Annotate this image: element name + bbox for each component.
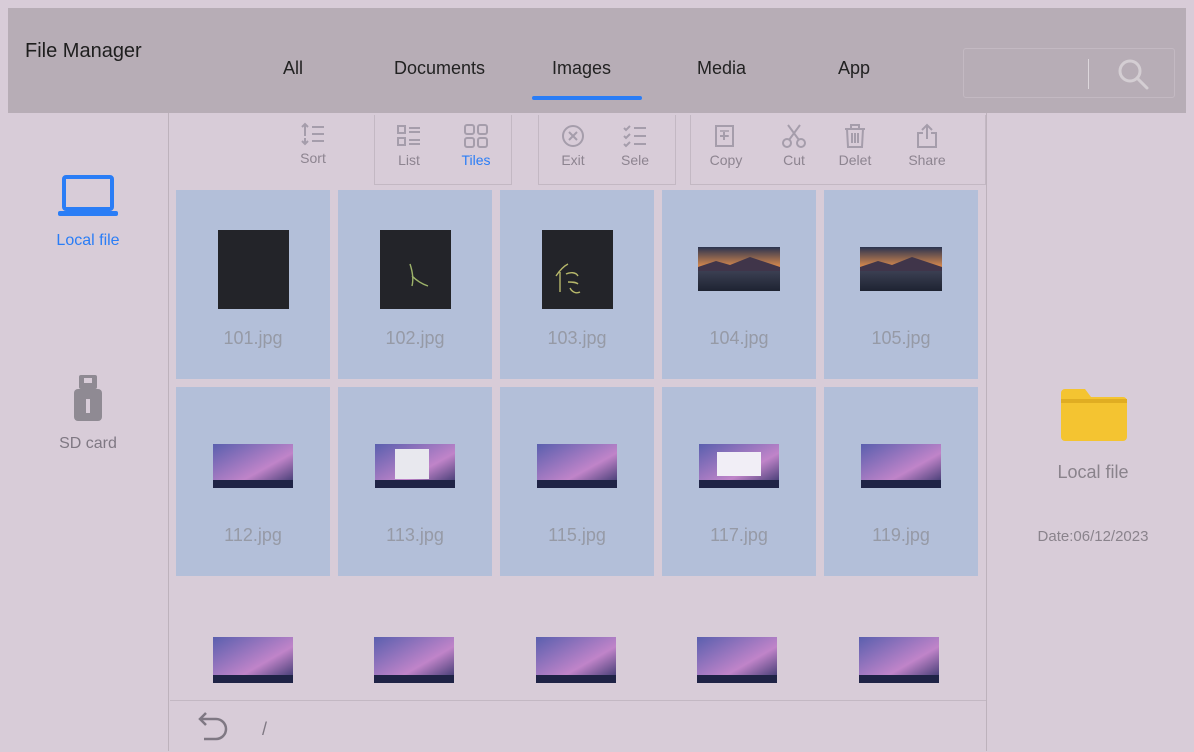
tab-app[interactable]: App [838,58,870,79]
file-name: 117.jpg [710,525,768,545]
details-divider [986,113,987,751]
scissors-icon [769,123,819,149]
image-thumbnail [699,444,779,488]
search-divider [1088,59,1089,89]
file-name: 102.jpg [385,328,445,348]
sidebar-item-label: SD card [59,435,117,452]
cut-button[interactable]: Cut [769,123,819,168]
tab-all[interactable]: All [283,58,303,79]
file-name: 104.jpg [709,328,769,348]
selection-group: Exit Sele [538,115,676,185]
trash-icon [833,123,877,149]
copy-icon [701,123,751,149]
storage-sidebar: Local file SD card [8,113,168,751]
folder-icon [1061,387,1127,446]
delete-label: Delet [838,152,872,168]
select-all-icon [615,123,655,149]
share-label: Share [908,152,946,168]
details-date: Date:06/12/2023 [1037,528,1149,545]
sd-card-icon [73,375,103,426]
file-tile[interactable]: 115.jpg [500,387,654,576]
file-tile[interactable]: 117.jpg [662,387,816,576]
image-thumbnail[interactable] [697,637,777,687]
category-tabs: All Documents Images Media App [0,58,1000,98]
sort-label: Sort [300,150,326,166]
tab-images[interactable]: Images [552,58,611,79]
file-name: 119.jpg [872,525,930,545]
image-thumbnail [861,444,941,488]
image-thumbnail [375,444,455,488]
select-button[interactable]: Sele [615,123,655,168]
file-tile[interactable]: 104.jpg [662,190,816,379]
file-tile[interactable]: 112.jpg [176,387,330,576]
select-label: Sele [620,152,650,168]
exit-icon [548,123,598,149]
list-view-icon [384,123,434,149]
copy-button[interactable]: Copy [701,123,751,168]
tiles-view-button[interactable]: Tiles [451,123,501,168]
list-view-button[interactable]: List [384,123,434,168]
delete-button[interactable]: Delet [833,123,877,168]
laptop-icon [55,175,121,223]
list-label: List [398,152,420,168]
image-thumbnail [380,230,451,309]
view-mode-group: List Tiles [374,115,512,185]
file-tile[interactable]: 113.jpg [338,387,492,576]
copy-label: Copy [709,152,743,168]
image-thumbnail[interactable] [374,637,454,687]
image-thumbnail [218,230,289,309]
sidebar-divider [168,113,169,751]
image-thumbnail [537,444,617,488]
sidebar-item-sd-card[interactable]: SD card [8,374,168,453]
file-name: 115.jpg [548,525,606,545]
image-thumbnail[interactable] [859,637,939,687]
file-tile[interactable]: 119.jpg [824,387,978,576]
tab-media[interactable]: Media [697,58,746,79]
share-button[interactable]: Share [905,123,949,168]
sidebar-item-label: Local file [56,232,120,249]
tiles-view-icon [451,123,501,149]
image-thumbnail [860,247,942,291]
exit-label: Exit [561,152,585,168]
tiles-label: Tiles [461,152,491,168]
path-bar: / [170,700,986,752]
details-panel: Local file Date:06/12/2023 [988,113,1186,751]
file-tile[interactable]: 101.jpg [176,190,330,379]
cut-label: Cut [783,152,805,168]
active-tab-indicator [532,96,642,100]
file-name: 105.jpg [871,328,931,348]
image-thumbnail [542,230,613,309]
back-arrow-icon[interactable] [196,709,232,750]
image-thumbnail [213,444,293,488]
file-name: 103.jpg [547,328,607,348]
sort-button[interactable]: Sort [288,121,338,166]
file-actions-group: Copy Cut Delet Share [690,115,986,185]
image-thumbnail[interactable] [536,637,616,687]
image-thumbnail [698,247,780,291]
file-tile[interactable]: 105.jpg [824,190,978,379]
file-name: 101.jpg [223,328,283,348]
tab-documents[interactable]: Documents [394,58,485,79]
search-icon[interactable] [1116,57,1150,96]
exit-button[interactable]: Exit [548,123,598,168]
image-thumbnail[interactable] [213,637,293,687]
search-box[interactable] [963,48,1175,98]
file-toolbar: Sort List Tiles Exit Sele Copy Cut Delet… [170,113,986,188]
file-name: 112.jpg [224,525,282,545]
details-title: Local file [1057,462,1129,482]
file-tile[interactable]: 102.jpg [338,190,492,379]
sort-icon [288,121,338,147]
share-icon [905,123,949,149]
sidebar-item-local-file[interactable]: Local file [8,175,168,250]
file-name: 113.jpg [386,525,444,545]
current-path: / [262,719,268,739]
file-tile[interactable]: 103.jpg [500,190,654,379]
